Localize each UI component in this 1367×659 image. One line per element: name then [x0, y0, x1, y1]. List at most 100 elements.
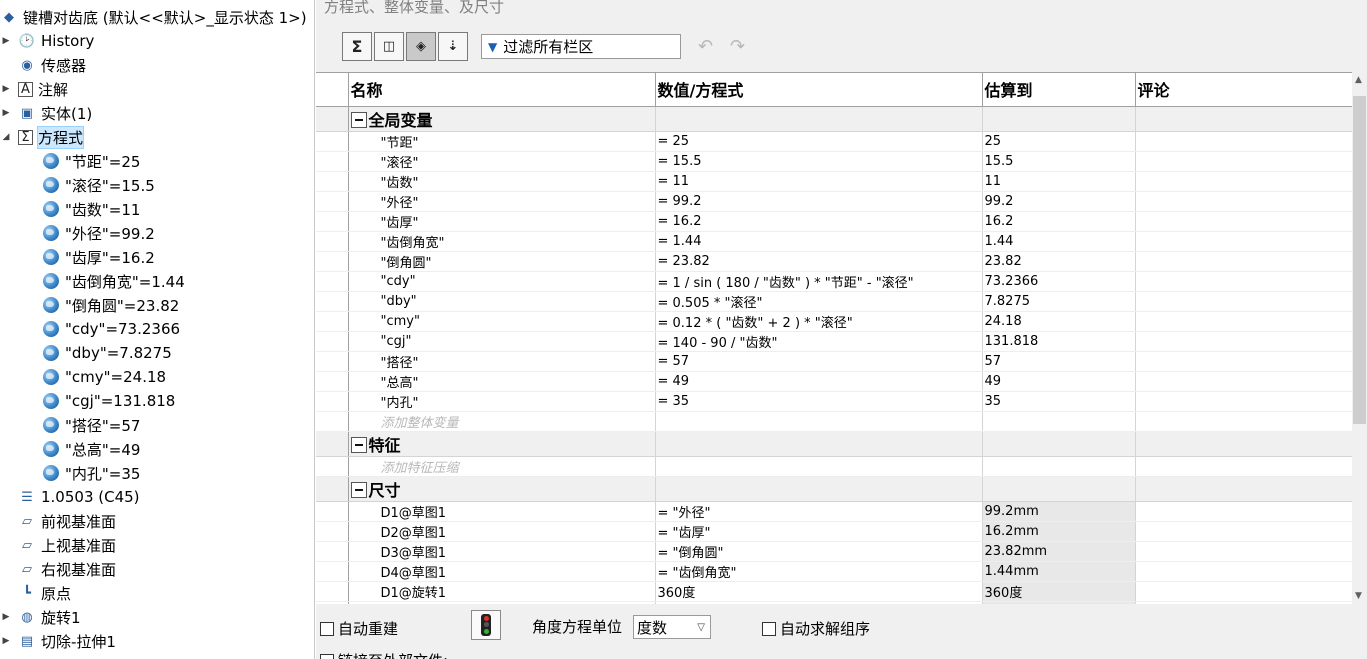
table-row[interactable]: D2@草图1 = "齿厚" 16.2mm	[316, 521, 1352, 542]
column-header-comments[interactable]: 评论	[1135, 73, 1352, 107]
checkbox-box[interactable]	[320, 621, 334, 636]
name-cell[interactable]: "齿数"	[348, 171, 656, 192]
name-cell[interactable]: "齿倒角宽"	[348, 231, 656, 252]
tree-equation-item[interactable]: "cdy"=73.2366	[42, 317, 180, 341]
value-equation-cell[interactable]: = "外径"	[655, 501, 983, 522]
comment-cell[interactable]	[1135, 291, 1352, 312]
collapse-minus-icon[interactable]	[350, 436, 367, 453]
tree-feature-1[interactable]: ▱ 前视基准面	[0, 509, 116, 533]
section-header-global[interactable]: 全局变量	[348, 106, 656, 132]
row-header-cell[interactable]	[316, 411, 349, 432]
value-equation-cell[interactable]: = 1.44	[655, 231, 983, 252]
collapse-minus-icon[interactable]	[350, 481, 367, 498]
comment-cell[interactable]	[1135, 311, 1352, 332]
comment-cell[interactable]	[1135, 331, 1352, 352]
name-cell[interactable]: "倒角圆"	[348, 251, 656, 272]
table-row[interactable]: D3@草图1 = "倒角圆" 23.82mm	[316, 541, 1352, 562]
value-equation-cell[interactable]: = 16.2	[655, 211, 983, 232]
name-cell[interactable]: "外径"	[348, 191, 656, 212]
table-row[interactable]: "外径" = 99.2 99.2	[316, 191, 1352, 212]
value-equation-cell[interactable]: = "齿倒角宽"	[655, 561, 983, 582]
vertical-scrollbar[interactable]: ▲ ▼	[1352, 72, 1367, 604]
row-header-cell[interactable]	[316, 331, 349, 352]
name-cell[interactable]: "dby"	[348, 291, 656, 312]
table-row[interactable]: "齿倒角宽" = 1.44 1.44	[316, 231, 1352, 252]
tree-equation-item[interactable]: "倒角圆"=23.82	[42, 293, 179, 317]
angle-unit-select[interactable]: 度数 ▽	[633, 615, 711, 639]
value-equation-cell[interactable]: = 35	[655, 391, 983, 412]
row-header-cell[interactable]	[316, 476, 349, 502]
row-header-cell[interactable]	[316, 521, 349, 542]
column-header-evaluates[interactable]: 估算到	[982, 73, 1136, 107]
comment-cell[interactable]	[1135, 391, 1352, 412]
redo-icon[interactable]: ↷	[730, 36, 745, 57]
row-header-cell[interactable]	[316, 171, 349, 192]
value-equation-cell[interactable]: 360度	[655, 581, 983, 602]
name-cell[interactable]: "搭径"	[348, 351, 656, 372]
link-external-file-checkbox[interactable]: 链接至外部文件:	[320, 650, 448, 659]
column-header-value[interactable]: 数值/方程式	[655, 73, 983, 107]
name-cell[interactable]: D3@草图1	[348, 541, 656, 562]
value-equation-cell[interactable]: = 0.505 * "滚径"	[655, 291, 983, 312]
section-header-features[interactable]: 特征	[348, 431, 656, 457]
section-header-dimensions[interactable]: 尺寸	[348, 476, 656, 502]
tree-item-0[interactable]: ▶ 🕑 History	[0, 29, 95, 53]
sketch-equation-view-button[interactable]: ◫	[374, 32, 404, 61]
table-row[interactable]: "cgj" = 140 - 90 / "齿数" 131.818	[316, 331, 1352, 352]
table-row[interactable]: "内孔" = 35 35	[316, 391, 1352, 412]
feature-manager-tree[interactable]: ◆ 键槽对齿底 (默认<<默认>_显示状态 1>) ▶ 🕑 History ◉ 传感器 ▶ A 注…	[0, 0, 315, 659]
tree-equation-item[interactable]: "总高"=49	[42, 437, 140, 461]
tree-equation-item[interactable]: "齿数"=11	[42, 197, 140, 221]
tree-item-3[interactable]: ▶ ▣ 实体(1)	[0, 101, 93, 125]
name-cell[interactable]: "齿厚"	[348, 211, 656, 232]
comment-cell[interactable]	[1135, 501, 1352, 522]
tree-feature-2[interactable]: ▱ 上视基准面	[0, 533, 116, 557]
name-cell[interactable]: D2@草图1	[348, 521, 656, 542]
row-header-cell[interactable]	[316, 371, 349, 392]
tree-equation-item[interactable]: "内孔"=35	[42, 461, 140, 485]
tree-equation-item[interactable]: "搭径"=57	[42, 413, 140, 437]
comment-cell[interactable]	[1135, 131, 1352, 152]
filter-field[interactable]: ▼ 过滤所有栏区	[481, 34, 681, 59]
column-header-name[interactable]: 名称	[348, 73, 656, 107]
row-header-cell[interactable]	[316, 251, 349, 272]
dimension-view-button[interactable]: ◈	[406, 32, 436, 61]
checkbox-box[interactable]	[762, 621, 776, 636]
scroll-down-arrow-icon[interactable]: ▼	[1355, 591, 1362, 601]
add-placeholder-cell[interactable]: 添加整体变量	[348, 411, 656, 432]
comment-cell[interactable]	[1135, 561, 1352, 582]
value-equation-cell[interactable]: = 1 / sin ( 180 / "齿数" ) * "节距" - "滚径"	[655, 271, 983, 292]
tree-feature-4[interactable]: ┗ 原点	[0, 581, 71, 605]
tree-equation-item[interactable]: "cgj"=131.818	[42, 389, 175, 413]
collapse-minus-icon[interactable]	[350, 111, 367, 128]
tree-equation-item[interactable]: "节距"=25	[42, 149, 140, 173]
row-header-cell[interactable]	[316, 106, 349, 132]
row-header-cell[interactable]	[316, 131, 349, 152]
value-equation-cell[interactable]: = 57	[655, 351, 983, 372]
row-header-cell[interactable]	[316, 456, 349, 477]
row-header-cell[interactable]	[316, 231, 349, 252]
table-row[interactable]: "节距" = 25 25	[316, 131, 1352, 152]
comment-cell[interactable]	[1135, 171, 1352, 192]
expand-arrow-icon[interactable]: ▶	[0, 612, 12, 622]
row-header-cell[interactable]	[316, 561, 349, 582]
table-row[interactable]: "总高" = 49 49	[316, 371, 1352, 392]
tree-equation-item[interactable]: "dby"=7.8275	[42, 341, 172, 365]
tree-feature-3[interactable]: ▱ 右视基准面	[0, 557, 116, 581]
add-row[interactable]: 添加整体变量	[316, 411, 1352, 432]
table-row[interactable]: "dby" = 0.505 * "滚径" 7.8275	[316, 291, 1352, 312]
expand-arrow-icon[interactable]: ▶	[0, 636, 12, 646]
tree-item-2[interactable]: ▶ A 注解	[0, 77, 68, 101]
auto-solve-order-checkbox[interactable]: 自动求解组序	[762, 618, 870, 639]
table-row[interactable]: "cmy" = 0.12 * ( "齿数" + 2 ) * "滚径" 24.18	[316, 311, 1352, 332]
comment-cell[interactable]	[1135, 251, 1352, 272]
value-equation-cell[interactable]: = 11	[655, 171, 983, 192]
table-row[interactable]: "齿数" = 11 11	[316, 171, 1352, 192]
value-equation-cell[interactable]: = 49	[655, 371, 983, 392]
row-header-cell[interactable]	[316, 501, 349, 522]
name-cell[interactable]: "cdy"	[348, 271, 656, 292]
comment-cell[interactable]	[1135, 271, 1352, 292]
table-row[interactable]: D1@草图1 = "外径" 99.2mm	[316, 501, 1352, 522]
value-equation-cell[interactable]: = "倒角圆"	[655, 541, 983, 562]
tree-feature-0[interactable]: ☰ 1.0503 (C45)	[0, 485, 139, 509]
